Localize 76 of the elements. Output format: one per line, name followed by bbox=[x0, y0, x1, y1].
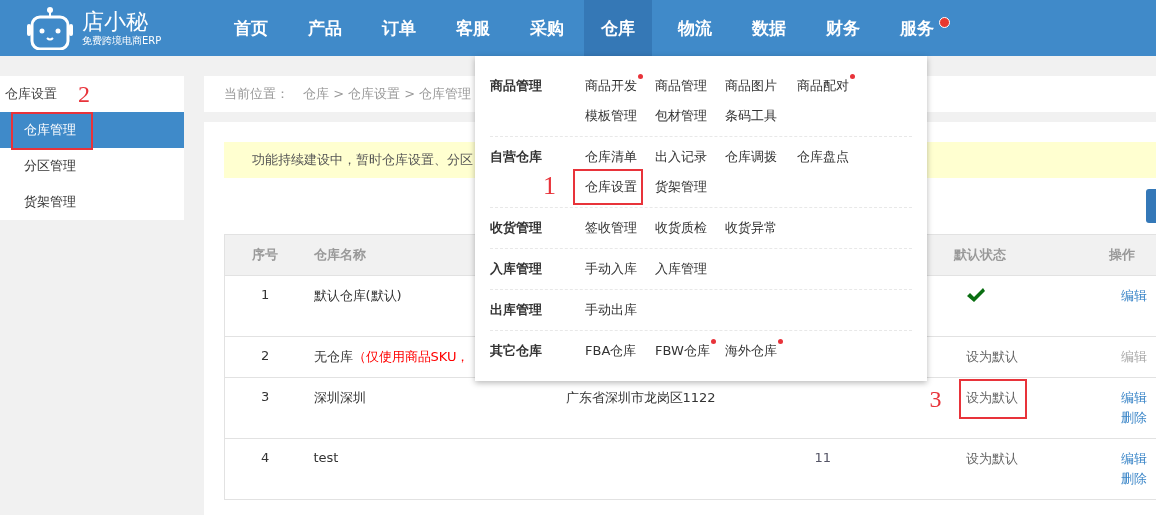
nav-tab[interactable]: 采购 bbox=[510, 0, 584, 56]
set-default-link[interactable]: 设为默认 bbox=[965, 348, 1018, 366]
warehouse-name: 默认仓库(默认) bbox=[313, 288, 402, 303]
action-link[interactable]: 编辑 bbox=[1120, 448, 1156, 470]
nav-tab[interactable]: 服务 bbox=[880, 0, 954, 56]
warning-note: （仅使用商品SKU， bbox=[352, 349, 470, 364]
menu-item[interactable]: 收货质检 bbox=[655, 219, 707, 237]
menu-item[interactable]: 货架管理 bbox=[655, 178, 707, 196]
menu-group-title: 出库管理 bbox=[490, 301, 542, 319]
menu-group-title: 其它仓库 bbox=[490, 342, 542, 360]
menu-item[interactable]: 手动入库 bbox=[585, 260, 637, 278]
sidebar-item[interactable]: 仓库管理 bbox=[0, 112, 184, 148]
warehouse-name: test bbox=[313, 450, 339, 465]
nav-tab[interactable]: 客服 bbox=[436, 0, 510, 56]
column-header: 仓库名称 bbox=[313, 247, 366, 262]
action-link[interactable]: 编辑 bbox=[1120, 285, 1156, 307]
menu-item[interactable]: 商品图片 bbox=[725, 77, 777, 95]
robot-logo-icon bbox=[24, 6, 76, 50]
nav-tab[interactable]: 订单 bbox=[362, 0, 436, 56]
table-cell: 11 bbox=[814, 450, 832, 465]
column-header: 序号 bbox=[252, 247, 279, 262]
menu-group-title: 入库管理 bbox=[490, 260, 542, 278]
breadcrumb: 仓库 > 仓库设置 > 仓库管理 bbox=[303, 85, 472, 103]
menu-item[interactable]: 仓库调拨 bbox=[725, 148, 777, 166]
menu-item[interactable]: 条码工具 bbox=[725, 107, 777, 125]
nav-tab[interactable]: 产品 bbox=[288, 0, 362, 56]
menu-item[interactable]: 商品管理 bbox=[655, 77, 707, 95]
highlight-frame bbox=[573, 169, 643, 205]
menu-group-title: 商品管理 bbox=[490, 77, 542, 95]
action-link[interactable]: 删除 bbox=[1120, 407, 1156, 429]
menu-item[interactable]: 模板管理 bbox=[585, 107, 637, 125]
menu-item[interactable]: 出入记录 bbox=[655, 148, 707, 166]
callout-number: 2 bbox=[78, 82, 90, 106]
table-cell: 2 bbox=[261, 348, 270, 363]
nav-tab[interactable]: 仓库 bbox=[584, 0, 652, 56]
table-cell: 3 bbox=[261, 389, 270, 404]
menu-item[interactable]: 海外仓库 bbox=[725, 342, 777, 360]
highlight-frame bbox=[958, 379, 1027, 419]
menu-item[interactable]: 仓库盘点 bbox=[797, 148, 849, 166]
brand-tagline: 免费跨境电商ERP bbox=[82, 35, 162, 47]
breadcrumb-label: 当前位置： bbox=[224, 85, 289, 103]
menu-item[interactable]: FBW仓库 bbox=[655, 342, 710, 360]
menu-item[interactable]: FBA仓库 bbox=[585, 342, 637, 360]
menu-group-title: 收货管理 bbox=[490, 219, 542, 237]
callout-number: 3 bbox=[929, 387, 942, 411]
nav-tab[interactable]: 首页 bbox=[214, 0, 288, 56]
sidebar-item[interactable]: 分区管理 bbox=[0, 148, 184, 184]
sidebar-item[interactable]: 货架管理 bbox=[0, 184, 184, 220]
menu-item[interactable]: 仓库清单 bbox=[585, 148, 637, 166]
sidebar-heading: 仓库设置 bbox=[5, 85, 57, 103]
menu-item[interactable]: 商品开发 bbox=[585, 77, 637, 95]
callout-number: 1 bbox=[543, 174, 556, 198]
warehouse-name: 深圳深圳 bbox=[313, 390, 366, 405]
menu-item[interactable]: 包材管理 bbox=[655, 107, 707, 125]
menu-item[interactable]: 入库管理 bbox=[655, 260, 707, 278]
table-cell: 4 bbox=[261, 450, 270, 465]
set-default-link[interactable]: 设为默认 bbox=[965, 389, 1018, 407]
nav-tab[interactable]: 数据 bbox=[732, 0, 806, 56]
menu-item[interactable]: 签收管理 bbox=[585, 219, 637, 237]
warehouse-name: 无仓库 bbox=[313, 349, 353, 364]
menu-item[interactable]: 手动出库 bbox=[585, 301, 637, 319]
action-link[interactable]: 编辑 bbox=[1120, 387, 1156, 409]
action-link[interactable]: 删除 bbox=[1120, 468, 1156, 490]
column-header: 操作 bbox=[1108, 247, 1135, 262]
notice-text: 功能持续建设中，暂时仓库设置、分区 bbox=[252, 151, 473, 169]
menu-item[interactable]: 仓库设置 bbox=[585, 178, 637, 196]
table-cell: 1 bbox=[261, 287, 270, 302]
menu-item[interactable]: 收货异常 bbox=[725, 219, 777, 237]
nav-tab[interactable]: 物流 bbox=[658, 0, 732, 56]
set-default-link[interactable]: 设为默认 bbox=[965, 450, 1018, 468]
menu-group-title: 自营仓库 bbox=[490, 148, 542, 166]
menu-item[interactable]: 商品配对 bbox=[797, 77, 849, 95]
column-header: 默认状态 bbox=[953, 247, 1006, 262]
brand-name: 店小秘 bbox=[82, 9, 149, 35]
nav-tab[interactable]: 财务 bbox=[806, 0, 880, 56]
table-cell: 广东省深圳市龙岗区1122 bbox=[565, 390, 716, 405]
